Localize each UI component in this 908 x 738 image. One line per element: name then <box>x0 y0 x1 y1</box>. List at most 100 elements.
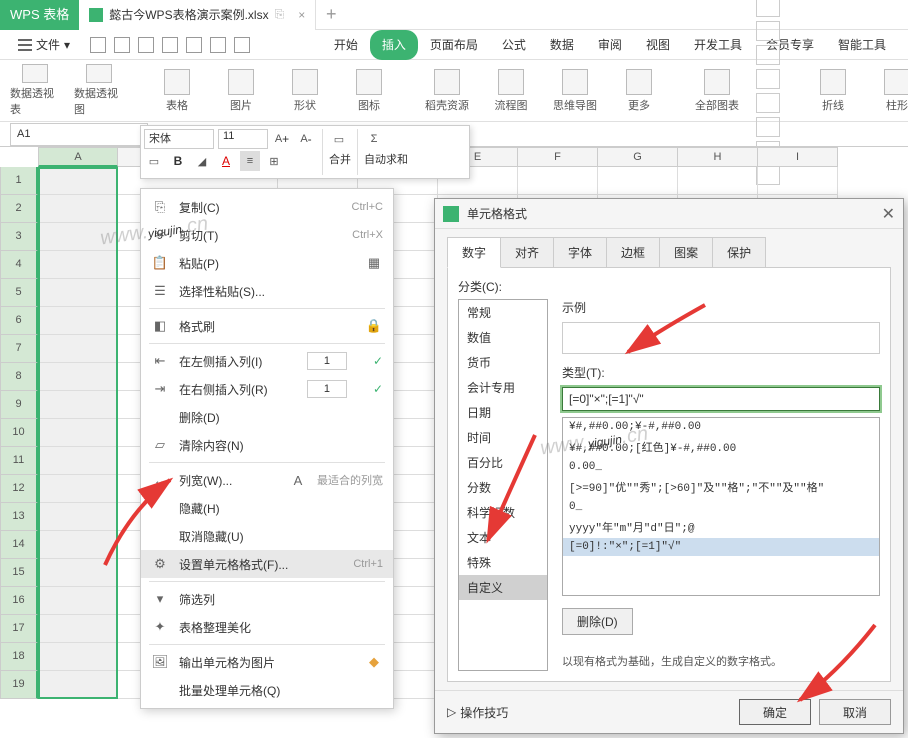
font-size-select[interactable]: 11 <box>218 129 268 149</box>
grow-font-icon[interactable]: A+ <box>272 129 292 149</box>
qat-print-icon[interactable] <box>162 37 178 53</box>
close-tab-icon[interactable]: × <box>298 8 305 22</box>
tab-review[interactable]: 审阅 <box>586 30 634 60</box>
autofit-icon[interactable]: A <box>289 471 307 489</box>
menu-clear[interactable]: ▱清除内容(N) <box>141 431 393 459</box>
tab-data[interactable]: 数据 <box>538 30 586 60</box>
tab-smart[interactable]: 智能工具 <box>826 30 898 60</box>
col-header[interactable]: I <box>758 147 838 167</box>
category-list[interactable]: 常规数值货币会计专用日期时间百分比分数科学记数文本特殊自定义 <box>458 299 548 671</box>
file-menu[interactable]: 文件 ▾ <box>10 36 78 53</box>
row-header[interactable]: 8 <box>0 363 38 391</box>
delete-button[interactable]: 删除(D) <box>562 608 633 635</box>
col-header[interactable]: A <box>38 147 118 167</box>
col-header[interactable]: H <box>678 147 758 167</box>
bar-chart-button[interactable]: 柱形 <box>872 64 908 117</box>
row-header[interactable]: 15 <box>0 559 38 587</box>
shape-button[interactable]: 形状 <box>280 64 330 117</box>
row-header[interactable]: 19 <box>0 671 38 699</box>
cell[interactable] <box>38 391 118 419</box>
menu-paste[interactable]: 📋粘贴(P)▦ <box>141 249 393 277</box>
align-icon[interactable]: ≡ <box>240 151 260 171</box>
shrink-font-icon[interactable]: A- <box>296 129 316 149</box>
category-item[interactable]: 时间 <box>459 425 547 450</box>
fill-color-icon[interactable]: ◢ <box>192 151 212 171</box>
new-tab-button[interactable]: + <box>316 4 346 25</box>
type-input[interactable] <box>562 387 880 411</box>
qat-save-icon[interactable] <box>138 37 154 53</box>
cell[interactable] <box>38 167 118 195</box>
pivot-table-button[interactable]: 数据透视表 <box>10 64 60 117</box>
font-select[interactable]: 宋体 <box>144 129 214 149</box>
check-icon[interactable]: ✓ <box>373 382 383 396</box>
cell[interactable] <box>38 335 118 363</box>
category-item[interactable]: 货币 <box>459 350 547 375</box>
ok-button[interactable]: 确定 <box>739 699 811 725</box>
dtab-font[interactable]: 字体 <box>553 237 607 268</box>
row-header[interactable]: 13 <box>0 503 38 531</box>
category-item[interactable]: 文本 <box>459 525 547 550</box>
row-header[interactable]: 3 <box>0 223 38 251</box>
type-list-item[interactable]: [>=90]"优""秀";[>60]"及""格";"不""及""格" <box>563 476 879 498</box>
menu-insert-right[interactable]: ⇥在右侧插入列(R)1✓ <box>141 375 393 403</box>
tab-formula[interactable]: 公式 <box>490 30 538 60</box>
line-chart-button[interactable]: 折线 <box>808 64 858 117</box>
mind-button[interactable]: 思维导图 <box>550 64 600 117</box>
row-header[interactable]: 2 <box>0 195 38 223</box>
name-box[interactable]: A1 <box>10 123 148 146</box>
menu-cell-format[interactable]: ⚙设置单元格格式(F)...Ctrl+1 <box>141 550 393 578</box>
row-header[interactable]: 16 <box>0 587 38 615</box>
file-tab[interactable]: 懿古今WPS表格演示案例.xlsx ⎘ × <box>79 0 316 30</box>
row-header[interactable]: 9 <box>0 391 38 419</box>
paste-options-icon[interactable]: ▦ <box>365 254 383 272</box>
menu-format-painter[interactable]: ◧格式刷🔒 <box>141 312 393 340</box>
dtab-align[interactable]: 对齐 <box>500 237 554 268</box>
cell[interactable] <box>38 587 118 615</box>
border-icon[interactable]: ⊞ <box>264 151 284 171</box>
qat-new-icon[interactable] <box>90 37 106 53</box>
menu-copy[interactable]: ⎘复制(C)Ctrl+C <box>141 193 393 221</box>
category-item[interactable]: 百分比 <box>459 450 547 475</box>
cell[interactable] <box>38 419 118 447</box>
qat-open-icon[interactable] <box>114 37 130 53</box>
dtab-protect[interactable]: 保护 <box>712 237 766 268</box>
flow-button[interactable]: 流程图 <box>486 64 536 117</box>
row-header[interactable]: 17 <box>0 615 38 643</box>
type-list-item[interactable]: ¥#,##0.00;¥-#,##0.00 <box>563 418 879 436</box>
cell[interactable] <box>38 643 118 671</box>
menu-batch[interactable]: 批量处理单元格(Q) <box>141 676 393 704</box>
chart-type-icon[interactable] <box>756 0 780 17</box>
menu-export-image[interactable]: 🖼输出单元格为图片◆ <box>141 648 393 676</box>
more-button[interactable]: 更多 <box>614 64 664 117</box>
cell[interactable] <box>758 167 838 195</box>
row-header[interactable]: 18 <box>0 643 38 671</box>
row-header[interactable]: 1 <box>0 167 38 195</box>
type-list-item[interactable]: ¥#,##0.00;[红色]¥-#,##0.00 <box>563 436 879 458</box>
category-item[interactable]: 自定义 <box>459 575 547 600</box>
qat-preview-icon[interactable] <box>186 37 202 53</box>
table-button[interactable]: 表格 <box>152 64 202 117</box>
category-item[interactable]: 数值 <box>459 325 547 350</box>
dtab-number[interactable]: 数字 <box>447 237 501 268</box>
tab-dev[interactable]: 开发工具 <box>682 30 754 60</box>
close-icon[interactable]: ✕ <box>882 204 895 224</box>
cell[interactable] <box>38 559 118 587</box>
row-header[interactable]: 5 <box>0 279 38 307</box>
count-stepper[interactable]: 1 <box>307 380 347 398</box>
row-header[interactable]: 7 <box>0 335 38 363</box>
category-item[interactable]: 特殊 <box>459 550 547 575</box>
bold-icon[interactable]: B <box>168 151 188 171</box>
cell[interactable] <box>38 279 118 307</box>
category-item[interactable]: 会计专用 <box>459 375 547 400</box>
menu-cut[interactable]: ✂剪切(T)Ctrl+X <box>141 221 393 249</box>
type-list-item[interactable]: yyyy"年"m"月"d"日";@ <box>563 516 879 538</box>
cell[interactable] <box>38 615 118 643</box>
autosum-icon[interactable]: Σ <box>364 129 384 149</box>
image-button[interactable]: 图片 <box>216 64 266 117</box>
cell[interactable] <box>598 167 678 195</box>
ds-resource-button[interactable]: 稻壳资源 <box>422 64 472 117</box>
type-list[interactable]: ¥#,##0.00;¥-#,##0.00¥#,##0.00;[红色]¥-#,##… <box>562 417 880 596</box>
cell[interactable] <box>38 223 118 251</box>
all-charts-button[interactable]: 全部图表 <box>692 64 742 117</box>
cell[interactable] <box>38 195 118 223</box>
